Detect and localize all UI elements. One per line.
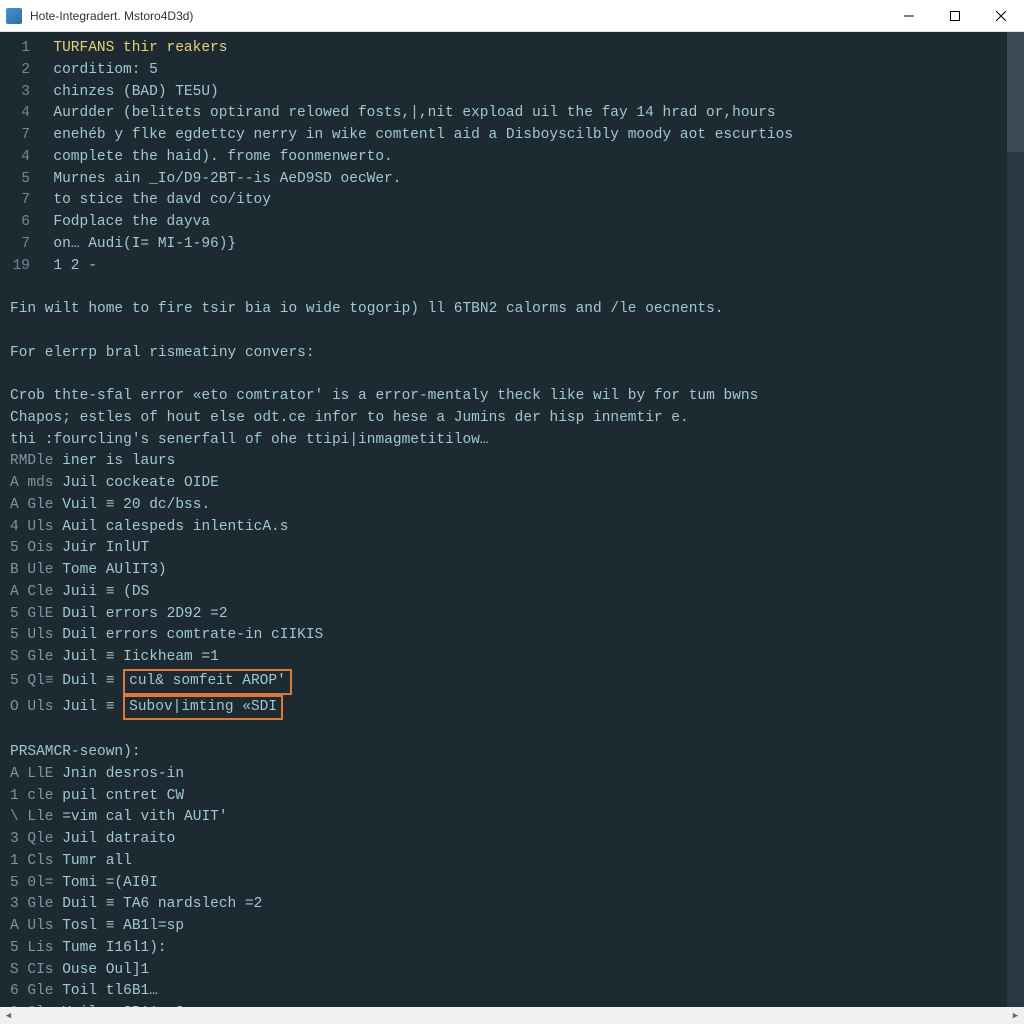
- close-button[interactable]: [978, 0, 1024, 32]
- code-line: on… Audi(I= MI-1-96)}: [53, 236, 236, 252]
- line-number: 2: [0, 60, 36, 82]
- window-titlebar: Hote-Integradert. Mstoro4D3d): [0, 0, 1024, 32]
- vertical-scrollbar[interactable]: [1007, 32, 1024, 1007]
- line-number: 1: [0, 38, 36, 60]
- section-header: PRSAMCR-seown):: [0, 742, 1007, 764]
- text-line: Fin wilt home to fire tsir bia io wide t…: [0, 299, 1007, 321]
- log-line: S Gle Juil ≡ Iickheam =1: [0, 647, 1007, 669]
- log-line: 5 Lis Tume I16l1):: [0, 938, 1007, 960]
- log-line: A Uls Tosl ≡ AB1l=sp: [0, 916, 1007, 938]
- line-number: 4: [0, 147, 36, 169]
- line-number: 7: [0, 234, 36, 256]
- horizontal-scrollbar[interactable]: ◀ ▶: [0, 1007, 1024, 1024]
- code-line: 1 2 -: [53, 258, 97, 274]
- line-number: 6: [0, 212, 36, 234]
- log-line: 4 Uls Auil calespeds inlenticA.s: [0, 517, 1007, 539]
- log-line: 3 Qle Juil datraito: [0, 829, 1007, 851]
- line-number: 7: [0, 190, 36, 212]
- log-line: 5 Ql≡ Duil ≡ cul& somfeit AROP': [0, 669, 1007, 695]
- maximize-button[interactable]: [932, 0, 978, 32]
- scroll-right-arrow[interactable]: ▶: [1007, 1007, 1024, 1024]
- line-number: 5: [0, 169, 36, 191]
- line-number: 19: [0, 256, 36, 278]
- log-line: S CIs Ouse Oul]1: [0, 960, 1007, 982]
- code-line: Aurdder (belitets optirand relowed fosts…: [53, 105, 775, 121]
- line-number: 4: [0, 103, 36, 125]
- text-line: Chapos; estles of hout else odt.ce infor…: [0, 408, 1007, 430]
- scrollbar-thumb[interactable]: [1007, 32, 1024, 152]
- code-line: TURFANS thir reakers: [53, 40, 227, 56]
- code-line: chinzes (BAD) TE5U): [53, 84, 218, 100]
- log-line: A LlE Jnin desros-in: [0, 764, 1007, 786]
- log-line: 9 Gl= Yuil ≡ SB11-s2: [0, 1003, 1007, 1007]
- window-controls: [886, 0, 1024, 32]
- highlighted-selection: Subov|imting «SDI: [123, 695, 283, 721]
- log-line: A Cle Juii ≡ (DS: [0, 582, 1007, 604]
- code-line: complete the haid). frome foonmenwerto.: [53, 149, 392, 165]
- editor-area: 1 TURFANS thir reakers 2 corditiom: 5 3 ch…: [0, 32, 1024, 1007]
- code-line: to stice the davd co/itoy: [53, 192, 271, 208]
- log-line: O Uls Juil ≡ Subov|imting «SDI: [0, 695, 1007, 721]
- text-line: Crob thte-sfal error «eto comtrator' is …: [0, 386, 1007, 408]
- log-line: B Ule Tome AUlIT3): [0, 560, 1007, 582]
- code-line: Murnes ain _Io/D9-2BT--is AeD9SD oecWer.: [53, 171, 401, 187]
- code-line: Fodplace the dayva: [53, 214, 210, 230]
- scroll-left-arrow[interactable]: ◀: [0, 1007, 17, 1024]
- highlighted-selection: cul& somfeit AROP': [123, 669, 292, 695]
- log-line: 5 Uls Duil errors comtrate-in cIIKIS: [0, 625, 1007, 647]
- window-title: Hote-Integradert. Mstoro4D3d): [30, 9, 886, 23]
- log-line: 5 GlE Duil errors 2D92 =2: [0, 604, 1007, 626]
- code-line: corditiom: 5: [53, 62, 157, 78]
- log-line: 5 0l= Tomi =(AIθI: [0, 873, 1007, 895]
- log-line: A mds Juil cockeate OIDE: [0, 473, 1007, 495]
- log-line: A Gle Vuil ≡ 20 dc/bss.: [0, 495, 1007, 517]
- minimize-button[interactable]: [886, 0, 932, 32]
- log-line: 5 Ois Juir InlUT: [0, 538, 1007, 560]
- line-number: 7: [0, 125, 36, 147]
- log-line: \ Lle =vim cal vith AUIT': [0, 807, 1007, 829]
- log-line: 6 Gle Toil tl6B1…: [0, 981, 1007, 1003]
- app-icon: [6, 8, 22, 24]
- log-line: 3 Gle Duil ≡ TA6 nardslech =2: [0, 894, 1007, 916]
- text-line: thi :fourcling's senerfall of ohe ttipi|…: [0, 430, 1007, 452]
- code-editor[interactable]: 1 TURFANS thir reakers 2 corditiom: 5 3 ch…: [0, 32, 1007, 1007]
- text-line: For elerrp bral rismeatiny convers:: [0, 343, 1007, 365]
- code-line: enehéb y flke egdettcy nerry in wike com…: [53, 127, 793, 143]
- log-line: 1 cle puil cntret CW: [0, 786, 1007, 808]
- log-line: 1 Cls Tumr all: [0, 851, 1007, 873]
- line-number: 3: [0, 82, 36, 104]
- log-line: RMDle iner is laurs: [0, 451, 1007, 473]
